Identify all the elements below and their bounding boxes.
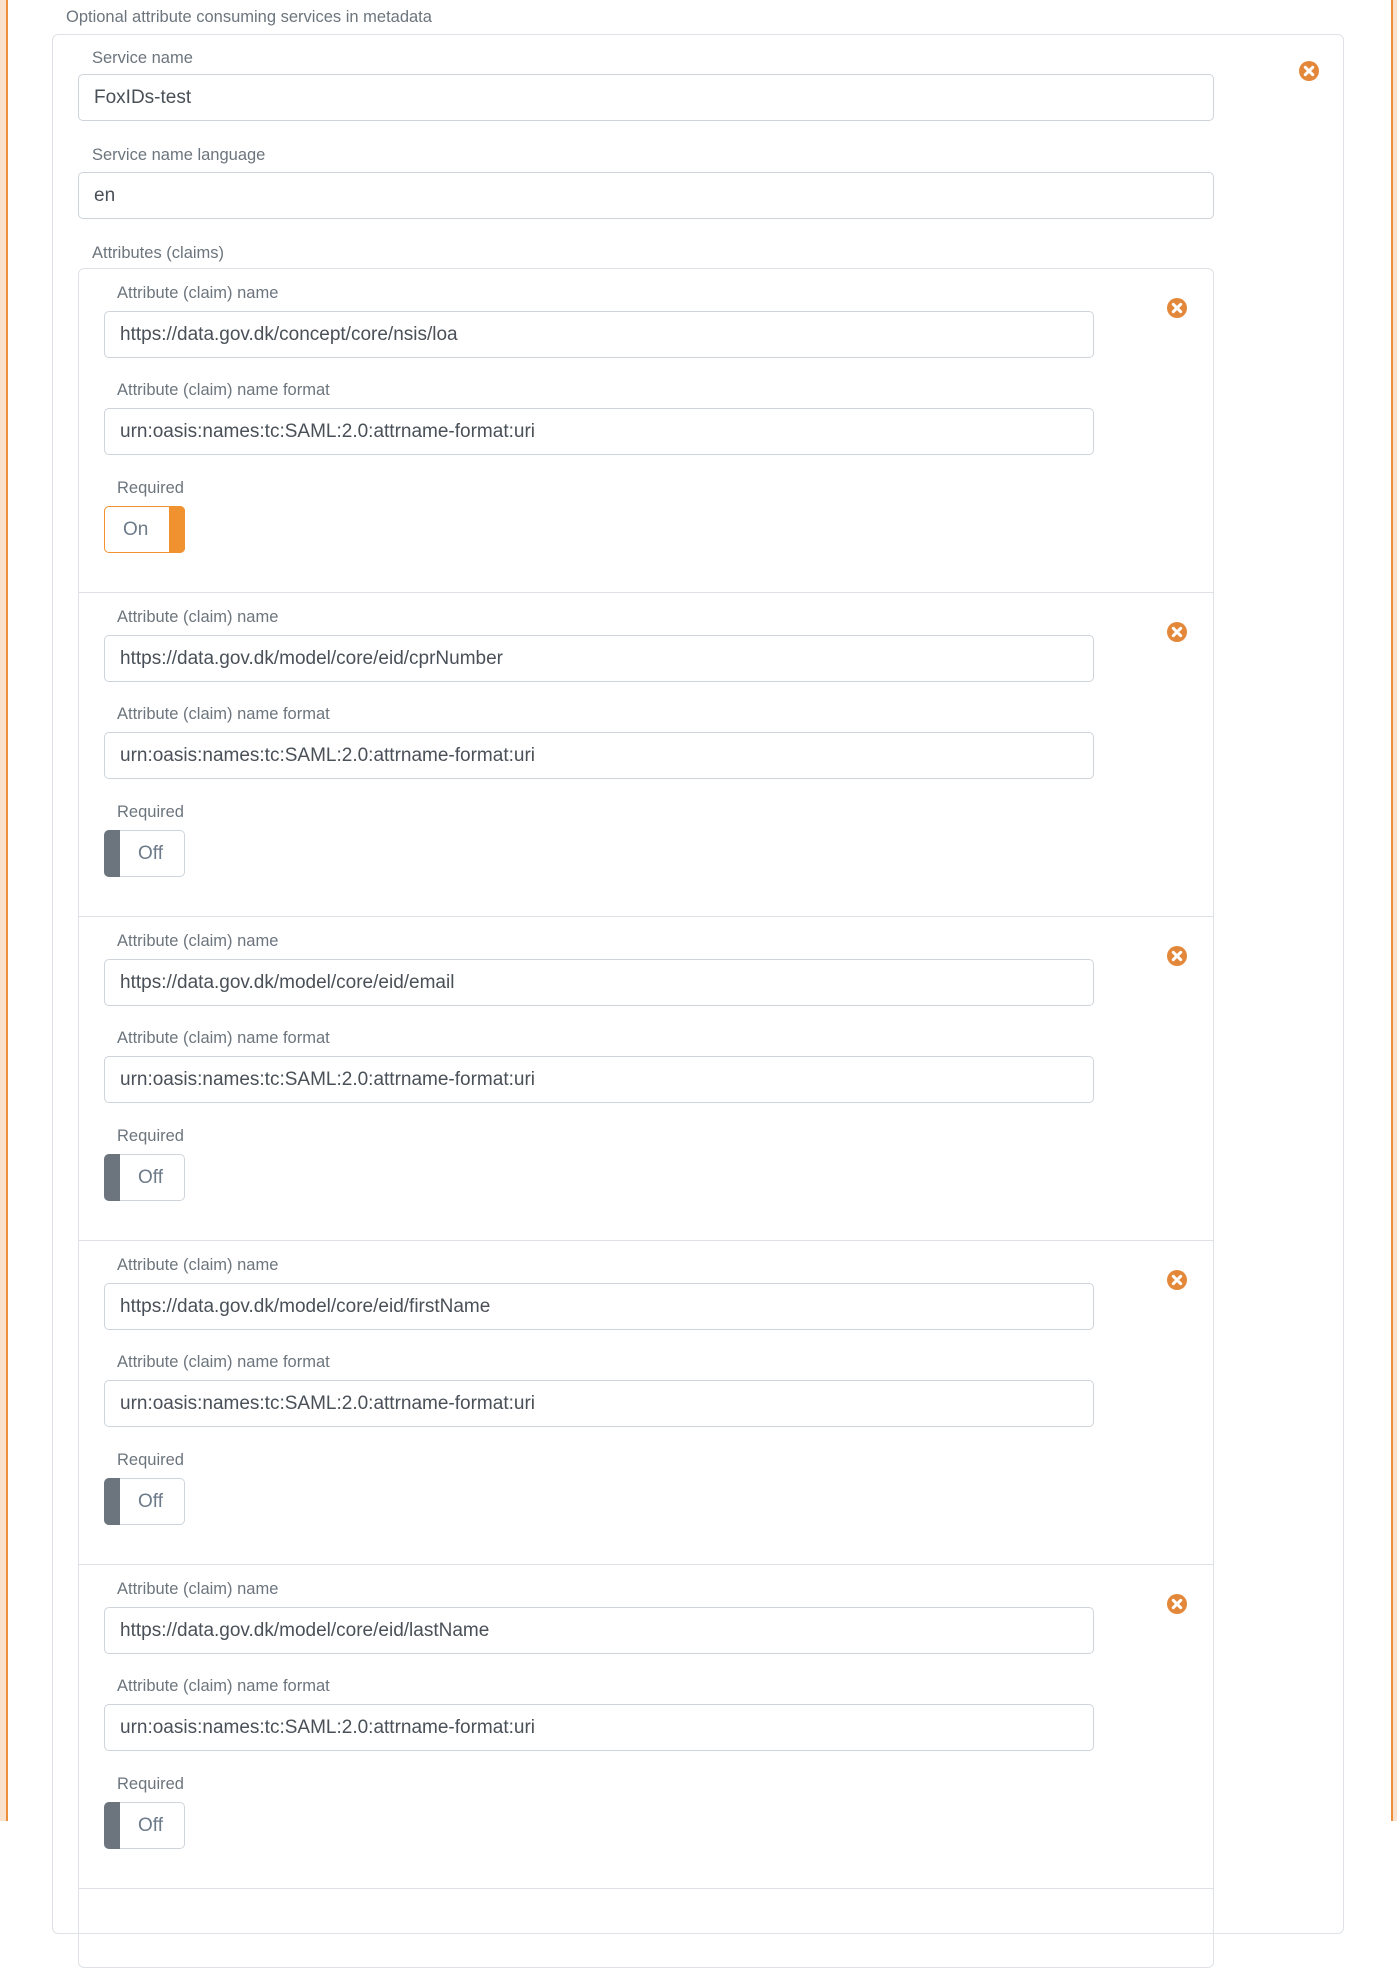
attribute-name-format-label: Attribute (claim) name format [117,1353,330,1371]
remove-attribute-button[interactable] [1167,622,1187,642]
toggle-handle [169,506,185,553]
remove-attribute-button[interactable] [1167,1594,1187,1614]
section-title: Optional attribute consuming services in… [66,8,432,26]
attribute-name-format-label: Attribute (claim) name format [117,705,330,723]
required-toggle[interactable]: Off [104,1478,185,1525]
remove-attribute-button[interactable] [1167,946,1187,966]
attribute-name-input[interactable] [104,635,1094,682]
attribute-name-input[interactable] [104,1607,1094,1654]
toggle-handle [104,830,120,877]
remove-circle-x-icon [1171,1598,1183,1610]
attribute-name-format-input[interactable] [104,732,1094,779]
attributes-label: Attributes (claims) [92,244,225,262]
required-toggle[interactable]: Off [104,830,185,877]
required-label: Required [117,803,184,821]
remove-circle-x-icon [1171,1274,1183,1286]
service-name-language-label: Service name language [92,146,266,164]
attribute-name-format-input[interactable] [104,1704,1094,1751]
attribute-item: Attribute (claim) name Attribute (claim)… [79,1565,1213,1889]
attribute-name-label: Attribute (claim) name [117,608,279,626]
remove-circle-x-icon [1171,950,1183,962]
panel-left-border [6,0,8,1821]
attribute-name-input[interactable] [104,1283,1094,1330]
service-name-language-input[interactable] [78,172,1214,219]
toggle-handle [104,1154,120,1201]
remove-attribute-button[interactable] [1167,1270,1187,1290]
attribute-item: Attribute (claim) name Attribute (claim)… [79,269,1213,593]
required-toggle-text: Off [138,1491,163,1512]
remove-circle-x-icon [1171,626,1183,638]
service-name-input[interactable] [78,74,1214,121]
attribute-name-format-label: Attribute (claim) name format [117,1029,330,1047]
toggle-handle [104,1802,120,1849]
required-toggle[interactable]: Off [104,1154,185,1201]
attribute-name-input[interactable] [104,311,1094,358]
remove-attribute-button[interactable] [1167,298,1187,318]
attribute-name-label: Attribute (claim) name [117,1580,279,1598]
required-label: Required [117,1127,184,1145]
toggle-handle [104,1478,120,1525]
required-toggle[interactable]: On [104,506,185,553]
attribute-name-format-input[interactable] [104,1380,1094,1427]
attribute-name-input[interactable] [104,959,1094,1006]
attribute-item: Attribute (claim) name Attribute (claim)… [79,917,1213,1241]
attribute-name-format-input[interactable] [104,408,1094,455]
remove-circle-x-icon [1171,302,1183,314]
attributes-list: Attribute (claim) name Attribute (claim)… [78,268,1214,1968]
attribute-name-format-label: Attribute (claim) name format [117,381,330,399]
page-right-margin [1393,0,1397,1821]
attribute-item: Attribute (claim) name Attribute (claim)… [79,1241,1213,1565]
attribute-name-label: Attribute (claim) name [117,284,279,302]
required-toggle-text: Off [138,1167,163,1188]
remove-service-button[interactable] [1299,61,1319,81]
required-label: Required [117,479,184,497]
required-label: Required [117,1451,184,1469]
attribute-name-label: Attribute (claim) name [117,932,279,950]
required-toggle-text: Off [138,843,163,864]
remove-circle-x-icon [1303,65,1315,77]
attribute-name-format-label: Attribute (claim) name format [117,1677,330,1695]
service-name-label: Service name [92,49,193,67]
attribute-name-label: Attribute (claim) name [117,1256,279,1274]
attribute-name-format-input[interactable] [104,1056,1094,1103]
required-toggle-text: Off [138,1815,163,1836]
required-toggle[interactable]: Off [104,1802,185,1849]
required-toggle-text: On [123,519,149,540]
attribute-item: Attribute (claim) name Attribute (claim)… [79,593,1213,917]
required-label: Required [117,1775,184,1793]
